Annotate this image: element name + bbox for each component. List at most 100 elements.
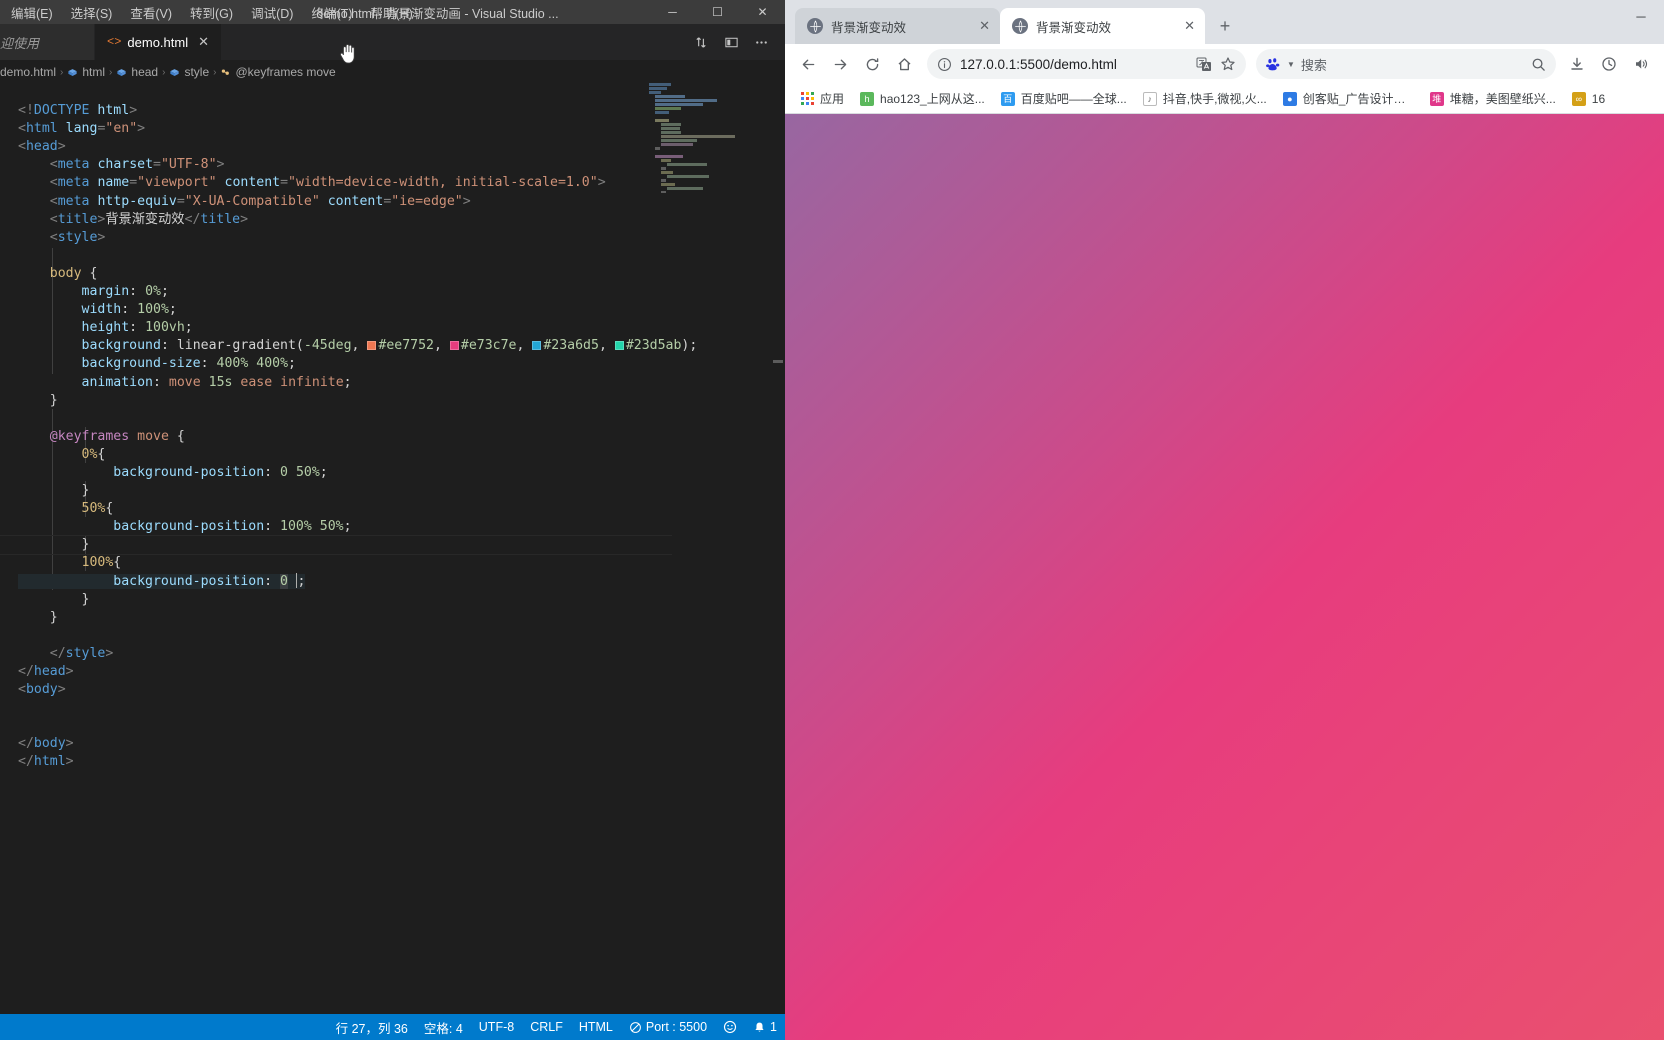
new-tab-button[interactable]: + [1211,12,1239,40]
code-content: <!DOCTYPE html> <html lang="en"> <head> … [18,103,698,770]
chuangkit-favicon-icon: ● [1282,91,1297,106]
breadcrumb-keyframes-label: @keyframes move [235,65,336,79]
editor-tab-demo-html[interactable]: <> demo.html ✕ [95,24,223,60]
statusbar-cursor-position[interactable]: 行 27，列 36 [328,1014,416,1040]
statusbar-notifications[interactable]: 1 [745,1014,785,1040]
globe-favicon-icon [807,18,823,34]
search-input[interactable]: 搜索 [1301,55,1525,74]
bookmark-duitang[interactable]: 堆 堆糖，美图壁纸兴... [1423,87,1563,110]
bookmark-baidu-tieba[interactable]: 百 百度贴吧——全球... [994,87,1134,110]
statusbar-live-server-label: Port : 5500 [645,1020,708,1034]
tag-symbol-icon [68,68,77,76]
address-bar[interactable]: 127.0.0.1:5500/demo.html [927,49,1246,79]
downloads-button[interactable] [1562,49,1592,79]
toolbar-icons [1562,49,1656,79]
statusbar-live-server[interactable]: Port : 5500 [621,1014,715,1040]
html-file-icon: <> [107,35,122,49]
breadcrumb-item-head[interactable]: head [116,65,158,79]
menu-item-terminal[interactable]: 终端(T) [302,1,361,24]
speaker-icon [1636,59,1648,69]
bookmark-hao123-label: hao123_上网从这... [880,92,985,106]
breadcrumb-item-style[interactable]: style [169,65,209,79]
more-actions-icon[interactable] [747,28,775,56]
close-icon[interactable]: ✕ [1184,18,1195,34]
breadcrumb-html-label: html [82,65,106,79]
home-button[interactable] [889,49,919,79]
browser-window-controls: ─ [1618,0,1664,32]
bookmark-douyin[interactable]: ♪ 抖音,快手,微视,火... [1136,87,1274,110]
chevron-right-icon: › [162,66,166,78]
menu-item-edit[interactable]: 编辑(E) [2,1,62,24]
breadcrumb-item-keyframes[interactable]: @keyframes move [220,65,336,79]
statusbar: 行 27，列 36 空格: 4 UTF-8 CRLF HTML Port : 5… [0,1014,785,1040]
smiley-icon [723,1020,737,1034]
breadcrumb: demo.html › html › head › style › @keyfr… [0,61,785,83]
duitang-favicon-icon: 堆 [1429,91,1444,106]
douyin-favicon-icon: ♪ [1142,91,1157,106]
statusbar-language-mode[interactable]: HTML [571,1014,621,1040]
bell-icon [755,1022,764,1032]
volume-button[interactable] [1626,49,1656,79]
editor-minimap[interactable] [647,83,739,193]
vscode-titlebar: 编辑(E) 选择(S) 查看(V) 转到(G) 调试(D) 终端(T) 帮助(H… [0,0,785,24]
menu-item-selection[interactable]: 选择(S) [62,1,122,24]
maximize-button[interactable]: ☐ [695,0,740,24]
statusbar-indentation[interactable]: 空格: 4 [416,1014,471,1040]
bookmarks-bar: 应用 h hao123_上网从这... 百 百度贴吧——全球... ♪ 抖音,快… [785,84,1664,114]
bookmark-hao123[interactable]: h hao123_上网从这... [853,87,992,110]
browser-minimize-button[interactable]: ─ [1618,0,1664,32]
vscode-window: 编辑(E) 选择(S) 查看(V) 转到(G) 调试(D) 终端(T) 帮助(H… [0,0,785,1040]
download-icon [1571,57,1583,70]
close-icon[interactable]: ✕ [198,34,209,50]
forward-button[interactable] [825,49,855,79]
browser-tab-1[interactable]: 背景渐变动效 ✕ [795,8,1000,44]
editor-tab-welcome-label: 迎使用 [0,35,40,51]
page-viewport [785,114,1664,1040]
menu-item-go[interactable]: 转到(G) [181,1,242,24]
breadcrumb-item-html[interactable]: html [67,65,105,79]
url-text: 127.0.0.1:5500/demo.html [960,56,1117,72]
bookmark-duitang-label: 堆糖，美图壁纸兴... [1449,92,1556,106]
browser-toolbar: 127.0.0.1:5500/demo.html ▼ 搜索 [785,44,1664,84]
statusbar-feedback-icon[interactable] [715,1014,745,1040]
menu-item-help[interactable]: 帮助(H) [361,1,421,24]
editor-scrollbar-thumb[interactable] [773,360,783,363]
bookmark-apps[interactable]: 应用 [793,87,851,110]
hao123-favicon-icon: h [860,91,875,106]
back-button[interactable] [793,49,823,79]
bookmark-chuangkit-label: 创客贴_广告设计印... [1302,92,1414,106]
close-icon[interactable]: ✕ [979,18,990,34]
menu-item-view[interactable]: 查看(V) [121,1,181,24]
browser-tab-2-title: 背景渐变动效 [1036,20,1112,35]
clock-icon [1602,57,1616,71]
bookmark-star-icon [1221,57,1235,71]
browser-tab-2[interactable]: 背景渐变动效 ✕ [1000,8,1205,44]
chevron-right-icon: › [60,66,64,78]
close-button[interactable]: ✕ [740,0,785,24]
site-info-icon [938,57,951,71]
statusbar-encoding[interactable]: UTF-8 [471,1014,522,1040]
reload-button[interactable] [857,49,887,79]
notification-count: 1 [770,1020,777,1034]
statusbar-eol[interactable]: CRLF [522,1014,571,1040]
history-button[interactable] [1594,49,1624,79]
editor-tab-welcome[interactable]: 迎使用 [0,24,95,60]
dropdown-caret-icon[interactable]: ▼ [1287,60,1295,69]
browser-window: 背景渐变动效 ✕ 背景渐变动效 ✕ + ─ 127.0.0.1:5500/dem… [785,0,1664,1040]
css-rule-symbol-icon [222,68,230,75]
bookmark-overflow[interactable]: ∞ 16 [1565,89,1612,109]
code-editor[interactable]: <!DOCTYPE html> <html lang="en"> <head> … [0,83,785,1014]
screen: 编辑(E) 选择(S) 查看(V) 转到(G) 调试(D) 终端(T) 帮助(H… [0,0,1664,1040]
bookmark-douyin-label: 抖音,快手,微视,火... [1162,92,1267,106]
bookmark-chuangkit[interactable]: ● 创客贴_广告设计印... [1276,87,1421,110]
tag-symbol-icon [117,68,127,76]
editor-tab-actions [687,24,785,60]
minimize-button[interactable]: ─ [650,0,695,24]
search-box[interactable]: ▼ 搜索 [1256,49,1556,79]
editor-layout-icon[interactable] [717,28,745,56]
menu-item-debug[interactable]: 调试(D) [242,1,302,24]
breadcrumb-item-file[interactable]: demo.html [0,65,56,79]
split-editor-icon[interactable] [687,28,715,56]
tag-symbol-icon [170,68,180,76]
bookmark-baidu-tieba-label: 百度贴吧——全球... [1020,92,1127,106]
